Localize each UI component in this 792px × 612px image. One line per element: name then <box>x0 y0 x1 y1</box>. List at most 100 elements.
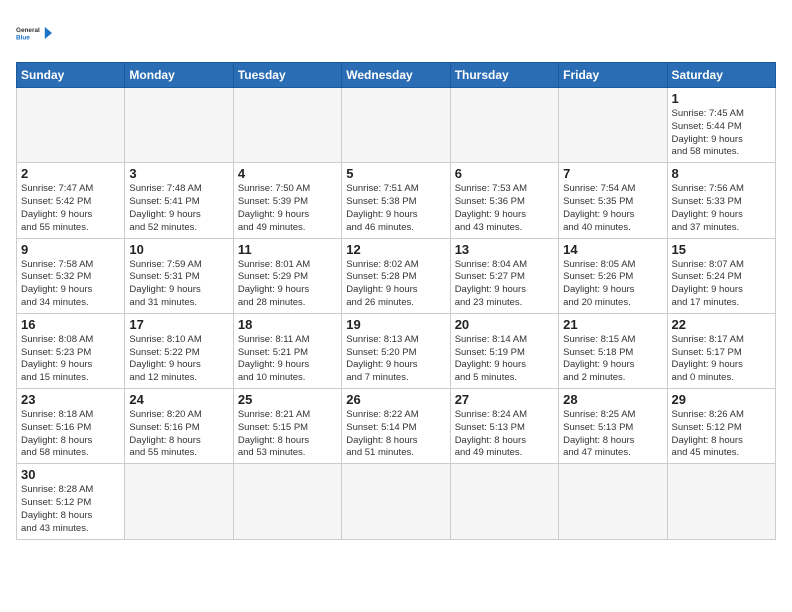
logo: GeneralBlue <box>16 16 52 52</box>
day-number: 5 <box>346 166 445 181</box>
day-number: 24 <box>129 392 228 407</box>
day-info: Sunrise: 8:01 AM Sunset: 5:29 PM Dayligh… <box>238 259 337 310</box>
day-info: Sunrise: 8:04 AM Sunset: 5:27 PM Dayligh… <box>455 259 554 310</box>
weekday-header-sunday: Sunday <box>17 63 125 88</box>
day-number: 6 <box>455 166 554 181</box>
day-number: 9 <box>21 242 120 257</box>
day-info: Sunrise: 8:11 AM Sunset: 5:21 PM Dayligh… <box>238 334 337 385</box>
calendar-cell: 9 Sunrise: 7:58 AM Sunset: 5:32 PM Daylig… <box>17 238 125 313</box>
calendar-cell <box>559 88 667 163</box>
day-info: Sunrise: 7:58 AM Sunset: 5:32 PM Dayligh… <box>21 259 120 310</box>
day-info: Sunrise: 7:45 AM Sunset: 5:44 PM Dayligh… <box>672 108 771 159</box>
calendar-cell: 10Sunrise: 7:59 AM Sunset: 5:31 PM Dayli… <box>125 238 233 313</box>
day-number: 17 <box>129 317 228 332</box>
day-info: Sunrise: 8:14 AM Sunset: 5:19 PM Dayligh… <box>455 334 554 385</box>
calendar-cell <box>342 464 450 539</box>
day-info: Sunrise: 8:26 AM Sunset: 5:12 PM Dayligh… <box>672 409 771 460</box>
day-info: Sunrise: 7:56 AM Sunset: 5:33 PM Dayligh… <box>672 183 771 234</box>
day-number: 18 <box>238 317 337 332</box>
day-number: 19 <box>346 317 445 332</box>
calendar-cell: 8Sunrise: 7:56 AM Sunset: 5:33 PM Daylig… <box>667 163 775 238</box>
calendar-cell: 30 Sunrise: 8:28 AM Sunset: 5:12 PM Dayli… <box>17 464 125 539</box>
day-number: 25 <box>238 392 337 407</box>
calendar-cell: 12 Sunrise: 8:02 AM Sunset: 5:28 PM Dayli… <box>342 238 450 313</box>
calendar-cell: 19Sunrise: 8:13 AM Sunset: 5:20 PM Dayli… <box>342 313 450 388</box>
day-number: 2 <box>21 166 120 181</box>
day-info: Sunrise: 7:48 AM Sunset: 5:41 PM Dayligh… <box>129 183 228 234</box>
day-info: Sunrise: 8:07 AM Sunset: 5:24 PM Dayligh… <box>672 259 771 310</box>
calendar-cell: 13Sunrise: 8:04 AM Sunset: 5:27 PM Dayli… <box>450 238 558 313</box>
day-number: 29 <box>672 392 771 407</box>
calendar-cell: 17Sunrise: 8:10 AM Sunset: 5:22 PM Dayli… <box>125 313 233 388</box>
day-number: 28 <box>563 392 662 407</box>
calendar-cell <box>667 464 775 539</box>
day-number: 26 <box>346 392 445 407</box>
day-info: Sunrise: 7:59 AM Sunset: 5:31 PM Dayligh… <box>129 259 228 310</box>
day-info: Sunrise: 7:51 AM Sunset: 5:38 PM Dayligh… <box>346 183 445 234</box>
day-info: Sunrise: 8:17 AM Sunset: 5:17 PM Dayligh… <box>672 334 771 385</box>
calendar-week-row: 16 Sunrise: 8:08 AM Sunset: 5:23 PM Dayli… <box>17 313 776 388</box>
day-info: Sunrise: 8:02 AM Sunset: 5:28 PM Dayligh… <box>346 259 445 310</box>
day-number: 27 <box>455 392 554 407</box>
day-info: Sunrise: 7:53 AM Sunset: 5:36 PM Dayligh… <box>455 183 554 234</box>
calendar-cell: 3Sunrise: 7:48 AM Sunset: 5:41 PM Daylig… <box>125 163 233 238</box>
logo-icon: GeneralBlue <box>16 16 52 52</box>
calendar-cell <box>342 88 450 163</box>
calendar-cell <box>125 464 233 539</box>
calendar-cell: 22 Sunrise: 8:17 AM Sunset: 5:17 PM Dayli… <box>667 313 775 388</box>
day-info: Sunrise: 8:05 AM Sunset: 5:26 PM Dayligh… <box>563 259 662 310</box>
calendar-cell: 18 Sunrise: 8:11 AM Sunset: 5:21 PM Dayli… <box>233 313 341 388</box>
day-info: Sunrise: 8:24 AM Sunset: 5:13 PM Dayligh… <box>455 409 554 460</box>
calendar-cell <box>125 88 233 163</box>
weekday-header-tuesday: Tuesday <box>233 63 341 88</box>
day-number: 16 <box>21 317 120 332</box>
page-header: GeneralBlue <box>16 16 776 52</box>
day-info: Sunrise: 7:47 AM Sunset: 5:42 PM Dayligh… <box>21 183 120 234</box>
calendar-cell: 27 Sunrise: 8:24 AM Sunset: 5:13 PM Dayli… <box>450 389 558 464</box>
weekday-header-thursday: Thursday <box>450 63 558 88</box>
calendar-week-row: 23 Sunrise: 8:18 AM Sunset: 5:16 PM Dayli… <box>17 389 776 464</box>
day-number: 22 <box>672 317 771 332</box>
day-number: 7 <box>563 166 662 181</box>
calendar-cell: 20Sunrise: 8:14 AM Sunset: 5:19 PM Dayli… <box>450 313 558 388</box>
calendar-cell <box>233 464 341 539</box>
day-info: Sunrise: 8:28 AM Sunset: 5:12 PM Dayligh… <box>21 484 120 535</box>
day-info: Sunrise: 8:21 AM Sunset: 5:15 PM Dayligh… <box>238 409 337 460</box>
calendar-cell <box>450 88 558 163</box>
calendar-cell: 25 Sunrise: 8:21 AM Sunset: 5:15 PM Dayli… <box>233 389 341 464</box>
calendar-week-row: 9 Sunrise: 7:58 AM Sunset: 5:32 PM Daylig… <box>17 238 776 313</box>
calendar-cell: 24 Sunrise: 8:20 AM Sunset: 5:16 PM Dayli… <box>125 389 233 464</box>
day-number: 23 <box>21 392 120 407</box>
calendar-cell: 23 Sunrise: 8:18 AM Sunset: 5:16 PM Dayli… <box>17 389 125 464</box>
day-info: Sunrise: 7:54 AM Sunset: 5:35 PM Dayligh… <box>563 183 662 234</box>
calendar-cell: 29 Sunrise: 8:26 AM Sunset: 5:12 PM Dayli… <box>667 389 775 464</box>
weekday-header-friday: Friday <box>559 63 667 88</box>
calendar-cell: 21 Sunrise: 8:15 AM Sunset: 5:18 PM Dayli… <box>559 313 667 388</box>
calendar-cell: 2 Sunrise: 7:47 AM Sunset: 5:42 PM Daylig… <box>17 163 125 238</box>
day-number: 1 <box>672 91 771 106</box>
calendar-cell <box>17 88 125 163</box>
calendar-cell: 7 Sunrise: 7:54 AM Sunset: 5:35 PM Daylig… <box>559 163 667 238</box>
calendar-cell: 28Sunrise: 8:25 AM Sunset: 5:13 PM Dayli… <box>559 389 667 464</box>
calendar-cell <box>450 464 558 539</box>
calendar-cell: 4Sunrise: 7:50 AM Sunset: 5:39 PM Daylig… <box>233 163 341 238</box>
calendar-cell: 15Sunrise: 8:07 AM Sunset: 5:24 PM Dayli… <box>667 238 775 313</box>
weekday-header-row: SundayMondayTuesdayWednesdayThursdayFrid… <box>17 63 776 88</box>
day-number: 21 <box>563 317 662 332</box>
weekday-header-monday: Monday <box>125 63 233 88</box>
calendar-cell: 16 Sunrise: 8:08 AM Sunset: 5:23 PM Dayli… <box>17 313 125 388</box>
svg-text:General: General <box>16 27 40 34</box>
day-info: Sunrise: 8:15 AM Sunset: 5:18 PM Dayligh… <box>563 334 662 385</box>
calendar-cell: 14Sunrise: 8:05 AM Sunset: 5:26 PM Dayli… <box>559 238 667 313</box>
day-info: Sunrise: 7:50 AM Sunset: 5:39 PM Dayligh… <box>238 183 337 234</box>
day-number: 30 <box>21 467 120 482</box>
calendar-week-row: 1 Sunrise: 7:45 AM Sunset: 5:44 PM Daylig… <box>17 88 776 163</box>
day-info: Sunrise: 8:08 AM Sunset: 5:23 PM Dayligh… <box>21 334 120 385</box>
calendar-week-row: 30 Sunrise: 8:28 AM Sunset: 5:12 PM Dayli… <box>17 464 776 539</box>
day-info: Sunrise: 8:20 AM Sunset: 5:16 PM Dayligh… <box>129 409 228 460</box>
calendar-cell: 1 Sunrise: 7:45 AM Sunset: 5:44 PM Daylig… <box>667 88 775 163</box>
day-number: 12 <box>346 242 445 257</box>
calendar-cell <box>233 88 341 163</box>
calendar-cell: 26Sunrise: 8:22 AM Sunset: 5:14 PM Dayli… <box>342 389 450 464</box>
day-info: Sunrise: 8:18 AM Sunset: 5:16 PM Dayligh… <box>21 409 120 460</box>
